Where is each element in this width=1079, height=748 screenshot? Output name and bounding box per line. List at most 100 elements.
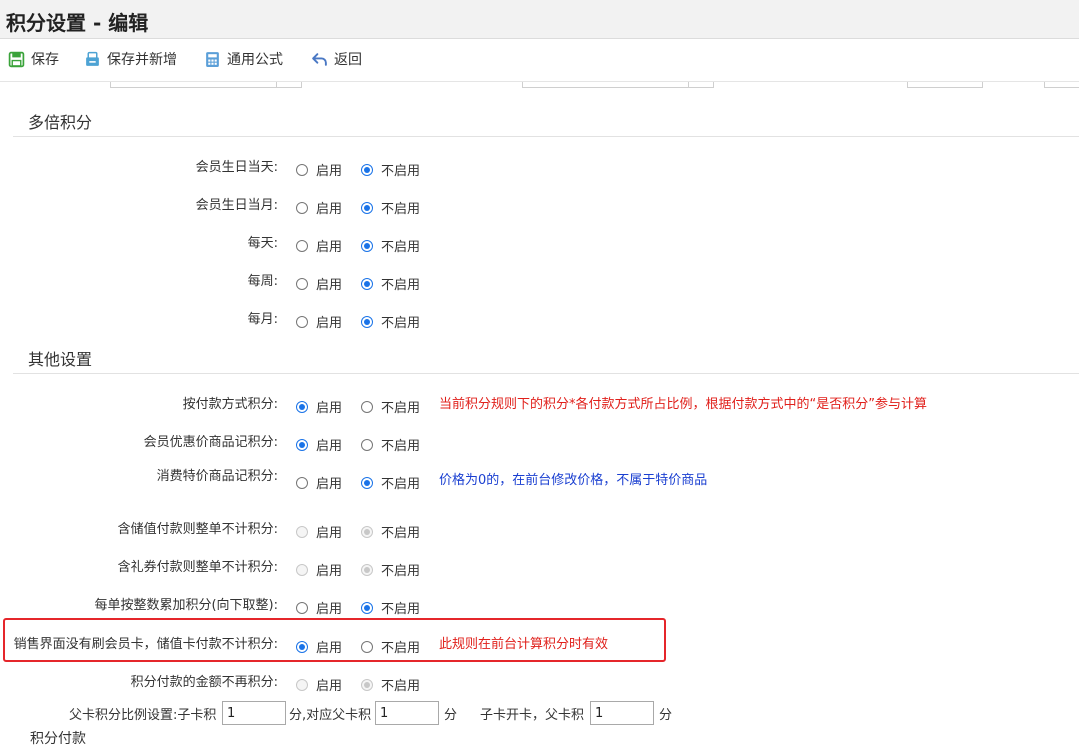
setting-label: 每月: — [247, 312, 278, 327]
formula-button[interactable]: 通用公式 — [204, 49, 283, 69]
option-disable[interactable]: 不启用 — [361, 473, 420, 492]
save-icon — [8, 51, 25, 67]
setting-label: 消费特价商品记积分: — [156, 469, 278, 484]
ratio-mid-label: 分,对应父卡积 — [289, 708, 372, 723]
option-enable: 启用 — [296, 560, 342, 579]
option-disable[interactable]: 不启用 — [361, 274, 420, 293]
setting-row: 会员生日当天: 启用 不启用 — [0, 157, 1079, 183]
option-disable[interactable]: 不启用 — [361, 198, 420, 217]
radio-enable[interactable] — [296, 201, 308, 214]
setting-label: 会员生日当天: — [195, 160, 278, 175]
cutoff-input-addon — [276, 82, 302, 88]
option-enable[interactable]: 启用 — [296, 236, 342, 255]
toolbar: 保存 保存并新增 通用公式 返回 — [0, 39, 1079, 82]
option-disable: 不启用 — [361, 522, 420, 541]
option-disable[interactable]: 不启用 — [361, 435, 420, 454]
radio-enable — [296, 563, 308, 576]
option-enable[interactable]: 启用 — [296, 160, 342, 179]
setting-row: 每月: 启用 不启用 — [0, 309, 1079, 335]
setting-row: 每周: 启用 不启用 — [0, 271, 1079, 297]
option-label: 启用 — [316, 602, 343, 617]
radio-disable — [361, 563, 373, 576]
calculator-icon — [206, 51, 219, 67]
setting-row: 积分付款的金额不再积分: 启用 不启用 — [0, 672, 1079, 698]
back-arrow-icon — [312, 52, 327, 66]
ratio-row: 父卡积分比例设置:子卡积 分,对应父卡积 分 子卡开卡，父卡积 分 — [0, 701, 1079, 727]
child-points-input[interactable] — [222, 701, 286, 725]
setting-row: 按付款方式积分: 启用 不启用 当前积分规则下的积分*各付款方式所占比例，根据付款方式… — [0, 394, 1079, 420]
divider — [13, 373, 1079, 374]
radio-enable[interactable] — [296, 400, 308, 413]
option-disable[interactable]: 不启用 — [361, 312, 420, 331]
back-button[interactable]: 返回 — [311, 49, 362, 69]
option-label: 启用 — [316, 316, 343, 331]
option-enable[interactable]: 启用 — [296, 473, 342, 492]
radio-disable[interactable] — [361, 277, 373, 290]
option-disable[interactable]: 不启用 — [361, 160, 420, 179]
save-and-new-button[interactable]: 保存并新增 — [84, 49, 177, 69]
radio-disable[interactable] — [361, 476, 373, 489]
save-new-icon — [86, 51, 99, 66]
option-disable[interactable]: 不启用 — [361, 397, 420, 416]
radio-enable[interactable] — [296, 476, 308, 489]
section-title-multi: 多倍积分 — [28, 113, 93, 132]
option-disable: 不启用 — [361, 675, 420, 694]
radio-disable[interactable] — [361, 438, 373, 451]
option-enable: 启用 — [296, 675, 342, 694]
cutoff-input-addon — [688, 82, 714, 88]
ratio-unit-2: 分 — [659, 708, 673, 723]
option-label: 启用 — [316, 164, 343, 179]
setting-label: 每单按整数累加积分(向下取整): — [94, 598, 278, 613]
setting-note: 价格为0的，在前台修改价格，不属于特价商品 — [439, 473, 708, 488]
ratio-label: 父卡积分比例设置:子卡积 — [69, 708, 217, 723]
option-enable[interactable]: 启用 — [296, 598, 342, 617]
option-disable[interactable]: 不启用 — [361, 598, 420, 617]
radio-disable[interactable] — [361, 239, 373, 252]
radio-enable[interactable] — [296, 163, 308, 176]
cutoff-input — [1044, 82, 1079, 88]
option-label: 不启用 — [381, 164, 421, 179]
option-label: 启用 — [316, 679, 343, 694]
radio-enable[interactable] — [296, 438, 308, 451]
radio-disable[interactable] — [361, 601, 373, 614]
save-new-label: 保存并新增 — [107, 52, 177, 68]
option-disable: 不启用 — [361, 560, 420, 579]
radio-disable[interactable] — [361, 315, 373, 328]
option-enable[interactable]: 启用 — [296, 274, 342, 293]
option-label: 不启用 — [381, 477, 421, 492]
radio-enable[interactable] — [296, 277, 308, 290]
radio-enable[interactable] — [296, 601, 308, 614]
option-label: 不启用 — [381, 602, 421, 617]
radio-enable[interactable] — [296, 315, 308, 328]
option-enable[interactable]: 启用 — [296, 435, 342, 454]
option-enable: 启用 — [296, 522, 342, 541]
option-label: 不启用 — [381, 439, 421, 454]
ratio-unit: 分 — [444, 708, 458, 723]
parent-points-input[interactable] — [375, 701, 439, 725]
page-title: 积分设置 - 编辑 — [6, 11, 149, 35]
radio-disable[interactable] — [361, 400, 373, 413]
option-label: 不启用 — [381, 526, 421, 541]
option-label: 启用 — [316, 526, 343, 541]
setting-label: 含礼券付款则整单不计积分: — [117, 560, 278, 575]
setting-row: 含礼券付款则整单不计积分: 启用 不启用 — [0, 557, 1079, 583]
cutoff-input — [907, 82, 983, 88]
setting-row: 会员生日当月: 启用 不启用 — [0, 195, 1079, 221]
section-title-other: 其他设置 — [28, 350, 93, 369]
radio-enable[interactable] — [296, 239, 308, 252]
option-label: 不启用 — [381, 278, 421, 293]
radio-disable[interactable] — [361, 163, 373, 176]
save-button[interactable]: 保存 — [8, 49, 59, 69]
highlight-box — [3, 618, 666, 662]
option-label: 启用 — [316, 564, 343, 579]
radio-disable[interactable] — [361, 201, 373, 214]
option-disable[interactable]: 不启用 — [361, 236, 420, 255]
option-enable[interactable]: 启用 — [296, 312, 342, 331]
back-label: 返回 — [334, 52, 362, 68]
option-label: 启用 — [316, 202, 343, 217]
option-label: 启用 — [316, 401, 343, 416]
open-card-points-input[interactable] — [590, 701, 654, 725]
setting-label: 每天: — [247, 236, 278, 251]
option-enable[interactable]: 启用 — [296, 198, 342, 217]
option-enable[interactable]: 启用 — [296, 397, 342, 416]
